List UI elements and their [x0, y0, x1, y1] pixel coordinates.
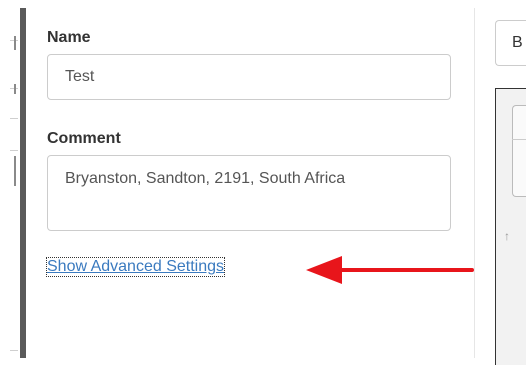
right-panel: B ↑ [475, 8, 526, 365]
screen: Name Comment Bryanston, Sandton, 2191, S… [0, 0, 526, 365]
name-label: Name [47, 29, 91, 46]
map-divider [512, 139, 526, 140]
right-panel-button[interactable]: B [495, 20, 526, 66]
comment-textarea[interactable]: Bryanston, Sandton, 2191, South Africa [47, 155, 451, 231]
background-mark [14, 36, 16, 50]
show-advanced-settings-link[interactable]: Show Advanced Settings [45, 257, 226, 277]
background-line [10, 350, 18, 351]
background-line [10, 118, 18, 119]
red-arrow-icon [306, 256, 474, 284]
background-line [10, 150, 18, 151]
comment-label: Comment [47, 130, 121, 147]
settings-panel: Name Comment Bryanston, Sandton, 2191, S… [26, 8, 474, 358]
background-window [0, 0, 20, 365]
map-control[interactable] [512, 105, 526, 197]
map-preview[interactable]: ↑ [495, 88, 526, 365]
name-input[interactable] [47, 54, 451, 100]
background-mark [14, 84, 16, 94]
map-arrow-icon: ↑ [504, 229, 510, 243]
background-mark [14, 156, 16, 186]
